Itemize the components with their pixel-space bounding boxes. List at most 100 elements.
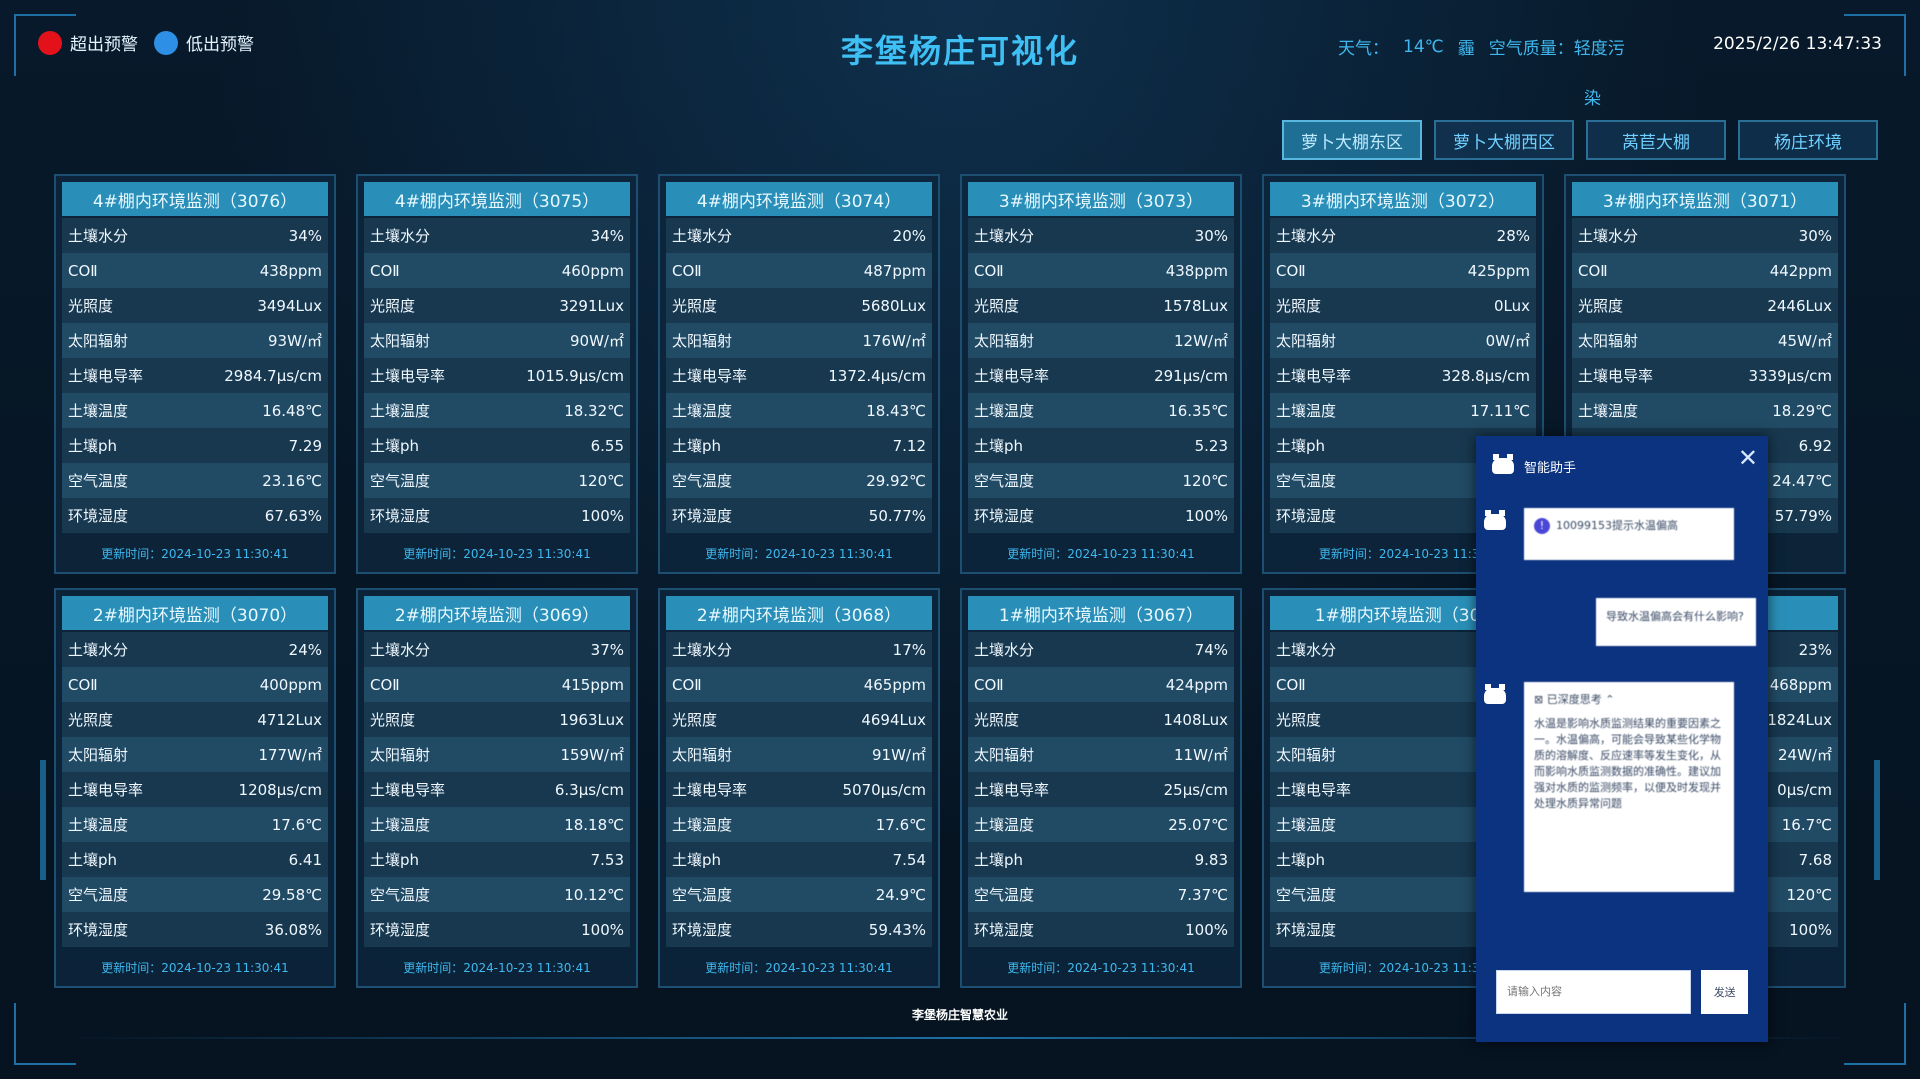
metric-label: COⅡ <box>974 261 1004 280</box>
metric-value: 12W/㎡ <box>1174 332 1228 350</box>
metric-value: 20% <box>892 226 926 245</box>
monitor-card: 1#棚内环境监测（3067） 土壤水分 74% COⅡ 424ppm 光照度 1408Lux… <box>960 588 1242 988</box>
metric-label: COⅡ <box>672 261 702 280</box>
metric-label: 环境湿度 <box>974 921 1035 939</box>
metric-value: 100% <box>1789 920 1832 939</box>
metric-label: 光照度 <box>672 711 718 729</box>
metric-row: 土壤水分 34% <box>364 218 630 253</box>
tab-radish-east[interactable]: 萝卜大棚东区 <box>1282 120 1422 160</box>
metric-row: 环境湿度 59.43% <box>666 912 932 947</box>
metric-row: 土壤电导率 328.8μs/cm <box>1270 358 1536 393</box>
metric-value: 3339μs/cm <box>1748 366 1832 385</box>
metric-label: 太阳辐射 <box>974 332 1035 350</box>
metric-value: 57.79% <box>1774 506 1832 525</box>
metric-value: 328.8μs/cm <box>1441 366 1530 385</box>
metric-label: 太阳辐射 <box>1276 332 1337 350</box>
metric-value: 30% <box>1798 226 1832 245</box>
metric-value: 0Lux <box>1493 296 1530 315</box>
metric-label: 土壤水分 <box>1578 227 1639 245</box>
metric-value: 100% <box>1185 506 1228 525</box>
metric-value: 5.23 <box>1194 436 1228 455</box>
metric-label: 光照度 <box>672 297 718 315</box>
metric-value: 0W/㎡ <box>1485 332 1530 350</box>
metric-value: 9.83 <box>1194 850 1228 869</box>
metric-row: 光照度 1578Lux <box>968 288 1234 323</box>
metric-row: COⅡ 438ppm <box>968 253 1234 288</box>
metric-label: COⅡ <box>68 675 98 694</box>
update-time: 更新时间：2024-10-23 11:30:41 <box>705 961 893 975</box>
metric-label: 土壤ph <box>68 437 118 455</box>
metric-label: 土壤水分 <box>672 641 733 659</box>
metric-value: 442ppm <box>1769 261 1832 280</box>
temperature-value: 14℃ <box>1403 36 1444 57</box>
metric-row: 土壤ph 9.83 <box>968 842 1234 877</box>
metric-label: 土壤水分 <box>672 227 733 245</box>
metric-value: 159W/㎡ <box>560 746 624 764</box>
metric-row: 光照度 3494Lux <box>62 288 328 323</box>
send-button[interactable]: 发送 <box>1701 970 1748 1014</box>
metric-value: 400ppm <box>259 675 322 694</box>
thinking-toggle[interactable]: ⊠ 已深度思考 ⌃ <box>1534 692 1724 708</box>
update-time: 更新时间：2024-10-23 11:30:41 <box>705 547 893 561</box>
metric-label: 环境湿度 <box>974 507 1035 525</box>
metric-value: 29.58℃ <box>262 885 322 904</box>
tab-yangzhuang-env[interactable]: 杨庄环境 <box>1738 120 1878 160</box>
metric-row: 土壤水分 17% <box>666 632 932 667</box>
tab-lettuce[interactable]: 莴苣大棚 <box>1586 120 1726 160</box>
metric-label: 太阳辐射 <box>672 746 733 764</box>
metric-label: 土壤温度 <box>1578 402 1639 420</box>
assistant-message-text: 水温是影响水质监测结果的重要因素之一。水温偏高，可能会导致某些化学物质的溶解度、… <box>1534 717 1721 810</box>
monitor-card: 2#棚内环境监测（3069） 土壤水分 37% COⅡ 415ppm 光照度 1963Lux… <box>356 588 638 988</box>
metric-row: 环境湿度 50.77% <box>666 498 932 533</box>
metric-value: 120℃ <box>1786 885 1832 904</box>
metric-row: 土壤水分 20% <box>666 218 932 253</box>
page-title: 李堡杨庄可视化 <box>840 32 1079 70</box>
close-icon[interactable]: ✕ <box>1738 444 1758 472</box>
metric-row: 太阳辐射 11W/㎡ <box>968 737 1234 772</box>
metric-row: 空气温度 24.9℃ <box>666 877 932 912</box>
metric-label: 土壤水分 <box>1276 227 1337 245</box>
area-tabs: 萝卜大棚东区 萝卜大棚西区 莴苣大棚 杨庄环境 <box>1282 120 1878 160</box>
metric-value: 50.77% <box>868 506 926 525</box>
metric-row: COⅡ 438ppm <box>62 253 328 288</box>
metric-row: 环境湿度 100% <box>968 912 1234 947</box>
card-title: 4#棚内环境监测（3075） <box>364 182 630 216</box>
metric-row: 土壤温度 16.35℃ <box>968 393 1234 428</box>
metric-value: 5070μs/cm <box>842 780 926 799</box>
metric-value: 59.43% <box>868 920 926 939</box>
metric-label: 空气温度 <box>1276 472 1337 490</box>
metric-row: 土壤ph 5.23 <box>968 428 1234 463</box>
metric-value: 468ppm <box>1769 675 1832 694</box>
metric-value: 17.6℃ <box>271 815 322 834</box>
metric-row: 土壤温度 17.6℃ <box>62 807 328 842</box>
metric-row: 太阳辐射 12W/㎡ <box>968 323 1234 358</box>
metric-value: 487ppm <box>863 261 926 280</box>
metric-value: 1015.9μs/cm <box>526 366 624 385</box>
metric-row: 光照度 1408Lux <box>968 702 1234 737</box>
assistant-input[interactable] <box>1496 970 1692 1014</box>
tab-radish-west[interactable]: 萝卜大棚西区 <box>1434 120 1574 160</box>
update-time: 更新时间：2024-10-23 11:30:41 <box>1007 547 1195 561</box>
metric-value: 7.53 <box>590 850 624 869</box>
metric-label: 土壤ph <box>1276 851 1326 869</box>
metric-row: 土壤温度 16.48℃ <box>62 393 328 428</box>
metric-label: 环境湿度 <box>370 921 431 939</box>
metric-row: 空气温度 10.12℃ <box>364 877 630 912</box>
metric-row: 土壤水分 30% <box>968 218 1234 253</box>
metric-label: 土壤ph <box>370 437 420 455</box>
weather-info: 天气： 14℃ 霾 空气质量：轻度污 <box>1338 34 1625 60</box>
metric-value: 415ppm <box>561 675 624 694</box>
metric-label: COⅡ <box>1276 261 1306 280</box>
metric-label: 土壤电导率 <box>974 367 1050 385</box>
metric-label: 土壤水分 <box>974 641 1035 659</box>
metric-row: 空气温度 7.37℃ <box>968 877 1234 912</box>
metric-label: 环境湿度 <box>68 507 129 525</box>
metric-row: 土壤电导率 1372.4μs/cm <box>666 358 932 393</box>
metric-value: 16.7℃ <box>1781 815 1832 834</box>
metric-row: 环境湿度 100% <box>364 498 630 533</box>
metric-value: 7.29 <box>288 436 322 455</box>
metric-row: 土壤电导率 25μs/cm <box>968 772 1234 807</box>
metric-value: 5680Lux <box>861 296 926 315</box>
metric-label: 空气温度 <box>68 886 129 904</box>
current-datetime: 2025/2/26 13:47:33 <box>1713 34 1882 54</box>
